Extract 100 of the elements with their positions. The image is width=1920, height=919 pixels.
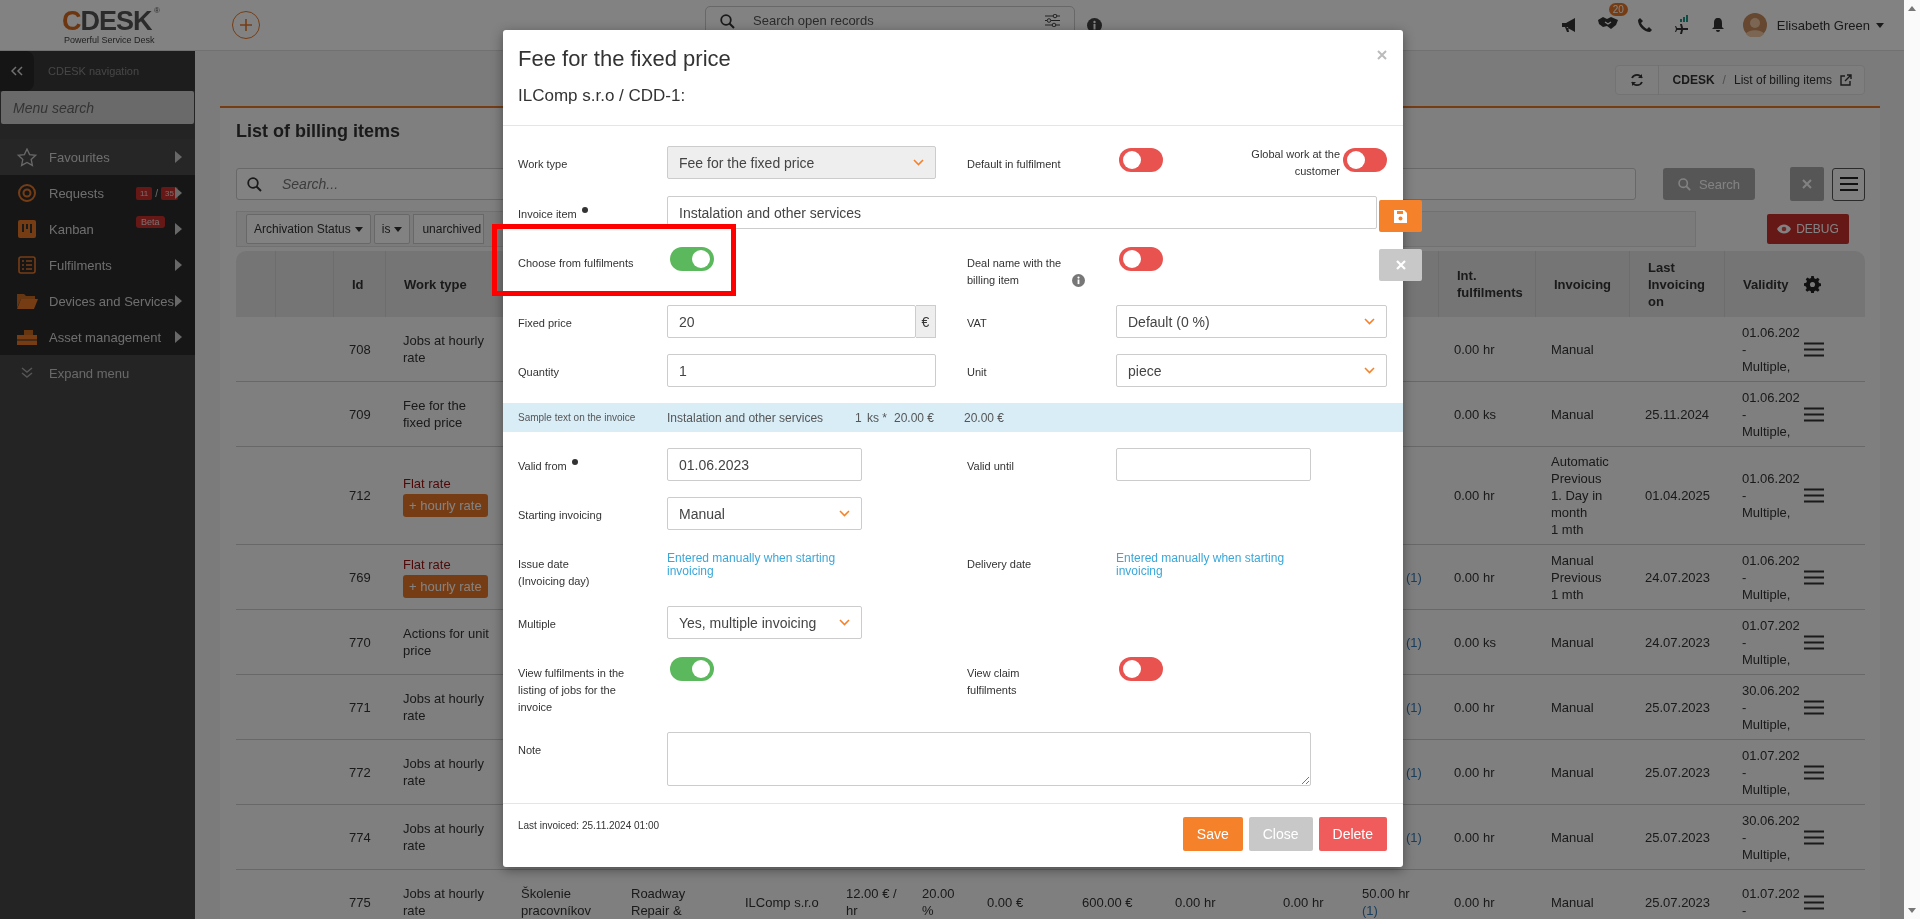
fulfilment-count-link[interactable]: (1)	[1406, 828, 1430, 846]
save-button[interactable]	[1379, 200, 1422, 232]
handshake-icon[interactable]	[1596, 15, 1619, 31]
field-label: Global work at the customer	[1250, 147, 1340, 179]
menu-icon[interactable]	[1804, 764, 1824, 780]
table-cell-text: 774	[348, 828, 372, 847]
column-header[interactable]: Last Invoicing on	[1629, 251, 1724, 317]
toggle-switch[interactable]	[1119, 247, 1163, 271]
count-badge: 11	[136, 186, 153, 200]
menu-icon[interactable]	[1804, 894, 1824, 910]
filter-value-field[interactable]: unarchived	[413, 214, 485, 244]
sidebar-item[interactable]: Favourites	[0, 139, 195, 175]
external-link-icon[interactable]	[1840, 74, 1852, 86]
menu-icon[interactable]	[1804, 488, 1824, 503]
scroll-up-icon[interactable]	[1908, 6, 1916, 11]
column-header[interactable]: Int. fulfilments	[1438, 251, 1535, 317]
toggle-switch[interactable]	[1119, 148, 1163, 172]
sidebar-item[interactable]: Kanban Beta	[0, 211, 195, 247]
toggle-switch[interactable]	[1119, 657, 1163, 681]
fulfilment-count-link[interactable]: (1)	[1406, 568, 1430, 586]
fulfilment-count-link[interactable]: (1)	[1406, 698, 1430, 716]
caret-icon	[1876, 22, 1884, 28]
table-cell-text: Manual Previous 1 mth	[1551, 551, 1603, 603]
table-cell-text: Jobs at hourly rate	[403, 332, 485, 366]
field-label: View claim fulfilments	[967, 666, 1021, 698]
field-label: Note	[518, 743, 542, 758]
text-field[interactable]: 1	[667, 354, 936, 387]
text-field[interactable]: 01.06.2023	[667, 448, 862, 481]
sample-text: Instalation and other services	[667, 410, 825, 425]
fulfilment-count-link[interactable]: (1)	[1406, 763, 1430, 781]
table-cell-text: 769	[348, 568, 372, 587]
search-icon	[1677, 177, 1691, 191]
table-cell-text: 708	[348, 340, 372, 359]
fulfilment-count-link[interactable]: (1)	[1406, 633, 1430, 651]
table-cell-text: Manual	[1551, 828, 1595, 846]
triangle-right-icon	[175, 331, 182, 343]
sidebar-item[interactable]: Devices and Services	[0, 283, 195, 319]
field-label: Starting invoicing	[518, 508, 602, 523]
settings-icon[interactable]	[1804, 275, 1821, 293]
close-icon	[1802, 179, 1812, 189]
table-cell-text: Manual	[1551, 893, 1595, 911]
select-field[interactable]: Default (0 %)	[1116, 305, 1387, 338]
field-label: Quantity	[518, 365, 559, 380]
currency-addon: €	[916, 305, 936, 338]
breadcrumb-link[interactable]: CDESK	[1672, 73, 1715, 87]
column-header[interactable]: Id	[333, 251, 385, 317]
scroll-down-icon[interactable]	[1908, 908, 1916, 913]
table-cell-text: Manual	[1551, 340, 1595, 358]
sidebar-item[interactable]: Asset management	[0, 319, 195, 355]
note-field[interactable]	[667, 732, 1311, 786]
bell-icon[interactable]	[1710, 17, 1725, 33]
beta-tag: Beta	[136, 216, 165, 228]
sidebar-item[interactable]: Fulfilments	[0, 247, 195, 283]
info-text: Entered manually when starting invoicing	[1116, 550, 1286, 578]
notification-badge: 20	[1608, 3, 1628, 16]
table-cell-text: 0.00 ks	[1454, 633, 1497, 651]
triangle-right-icon	[175, 259, 182, 271]
sidebar-item[interactable]: Requests 11 / 35	[0, 175, 195, 211]
phone-icon[interactable]	[1636, 17, 1653, 33]
select-field[interactable]: Yes, multiple invoicing	[667, 606, 862, 639]
menu-button[interactable]	[1832, 167, 1865, 201]
triangle-right-icon	[175, 187, 182, 199]
kanban-icon	[16, 220, 38, 238]
toggle-switch[interactable]	[1343, 148, 1387, 172]
debug-button[interactable]: DEBUG	[1767, 214, 1849, 244]
save-button[interactable]: Save	[1182, 817, 1243, 851]
table-cell-text: Automatic Previous 1. Day in month 1 mth	[1551, 453, 1610, 538]
scrollbar[interactable]	[1904, 0, 1920, 919]
table-cell-text: Fee for the fixed price	[403, 397, 467, 431]
field-label: Choose from fulfilments	[518, 256, 634, 271]
select-field[interactable]: piece	[1116, 354, 1387, 387]
logo-tagline: Powerful Service Desk	[64, 35, 155, 45]
price-field[interactable]: 20	[667, 305, 916, 338]
table-cell-text: 30.06.202 - Multiple,	[1742, 681, 1801, 733]
delete-button[interactable]: Delete	[1318, 817, 1387, 851]
field-label: View fulfilments in the listing of jobs for the invoice	[518, 666, 626, 715]
table-cell-text: 01.06.202 - Multiple,	[1742, 388, 1801, 440]
fulfilment-count-link[interactable]: (1)	[1362, 902, 1430, 919]
text-field[interactable]: Instalation and other services	[667, 196, 1377, 229]
menu-icon[interactable]	[1804, 699, 1824, 715]
table-cell-text: 20.00 %	[922, 885, 956, 919]
table-cell-text: 0.00 hr	[1454, 340, 1496, 358]
text-field[interactable]	[1116, 448, 1311, 481]
sliders-icon[interactable]	[1045, 14, 1060, 27]
table-cell-text: 775	[348, 893, 372, 912]
menu-icon[interactable]	[1804, 341, 1824, 357]
menu-icon[interactable]	[1804, 406, 1824, 422]
column-header[interactable]: Validity	[1724, 251, 1804, 317]
filter-dropdown[interactable]: Archivation Status	[246, 214, 371, 244]
user-menu[interactable]: Elisabeth Green	[1776, 17, 1884, 33]
menu-icon[interactable]	[1804, 569, 1824, 585]
toggle-switch[interactable]	[670, 657, 714, 681]
menu-icon[interactable]	[1804, 829, 1824, 845]
toggle-switch[interactable]	[670, 247, 714, 271]
select-field[interactable]: Manual	[667, 497, 862, 530]
resize-grip-icon	[1301, 776, 1309, 784]
menu-icon[interactable]	[1804, 634, 1824, 650]
filter-dropdown[interactable]: is	[373, 214, 411, 244]
column-header[interactable]: Invoicing	[1535, 251, 1629, 317]
field-label: Work type	[518, 157, 568, 172]
